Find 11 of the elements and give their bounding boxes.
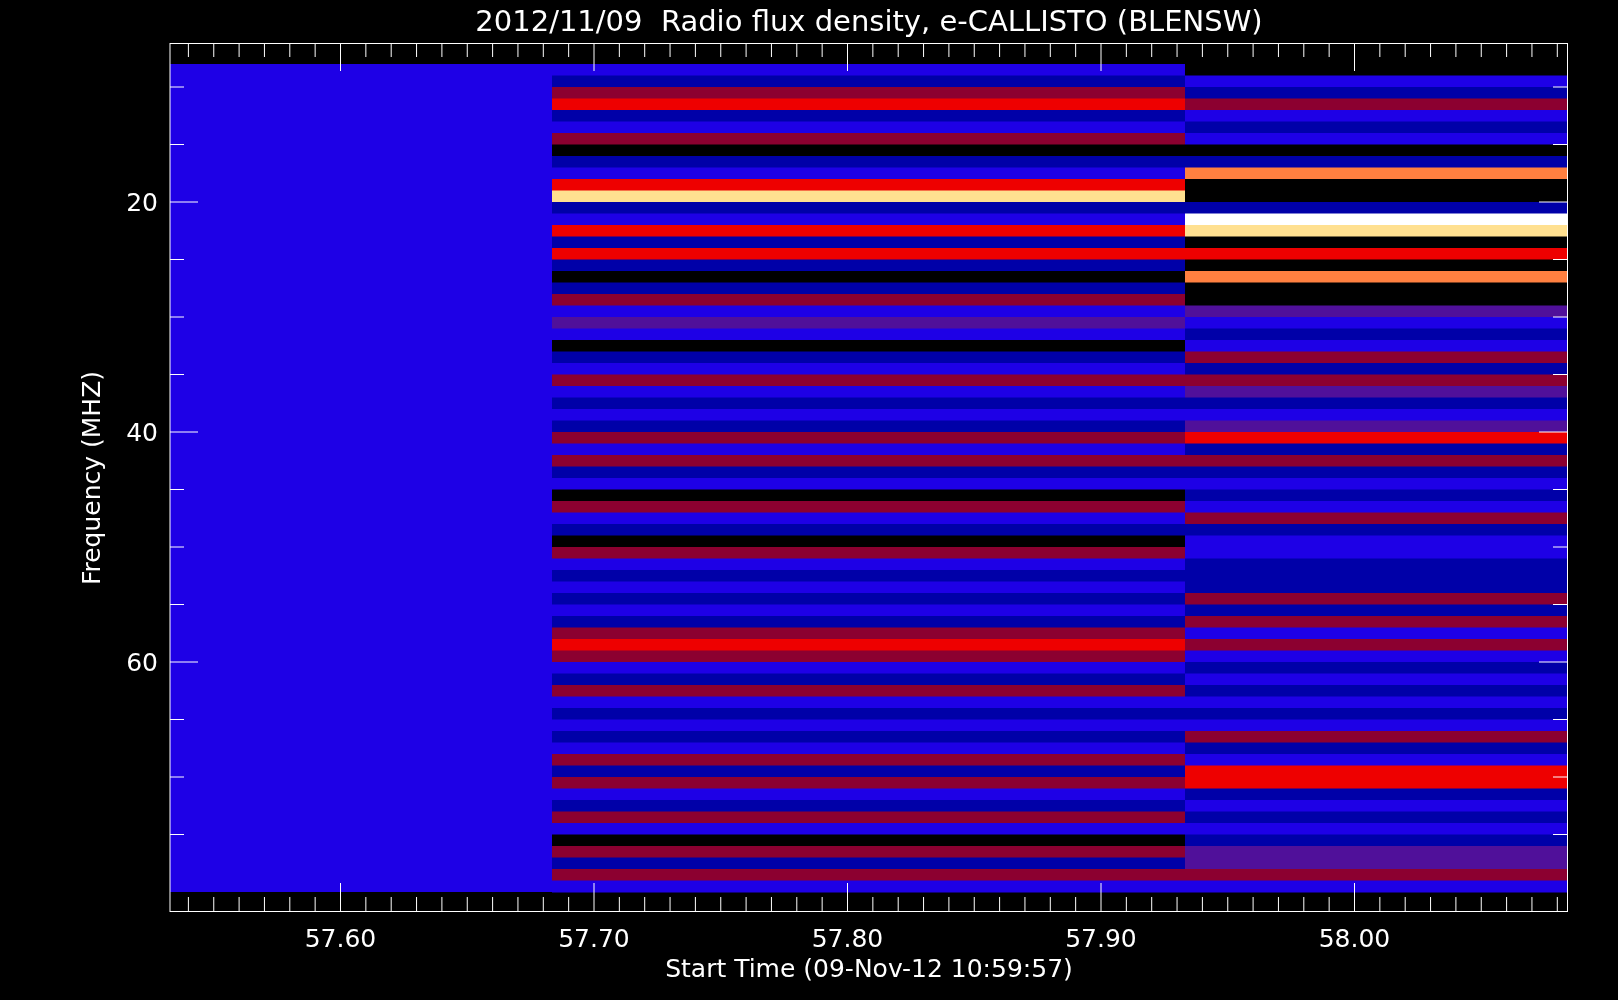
axis-title: Frequency (MHZ) <box>77 370 106 586</box>
axis-tick-label: 57.90 <box>1065 924 1137 953</box>
axis-tick-label: 57.70 <box>558 924 630 953</box>
axis-tick-label: 57.80 <box>811 924 884 953</box>
axis-tick-label: 40 <box>126 418 158 447</box>
axis-tick-label: 57.60 <box>304 924 377 953</box>
axis-tick-label: 58.00 <box>1318 924 1391 953</box>
chart-title: 2012/11/09 Radio flux density, e-CALLISTO (BLENSW) <box>475 7 1263 36</box>
axis-tick-label: 20 <box>126 188 158 217</box>
axis-tick-label: 60 <box>126 648 158 677</box>
axis-title: Start Time (09-Nov-12 10:59:57) <box>665 954 1073 983</box>
